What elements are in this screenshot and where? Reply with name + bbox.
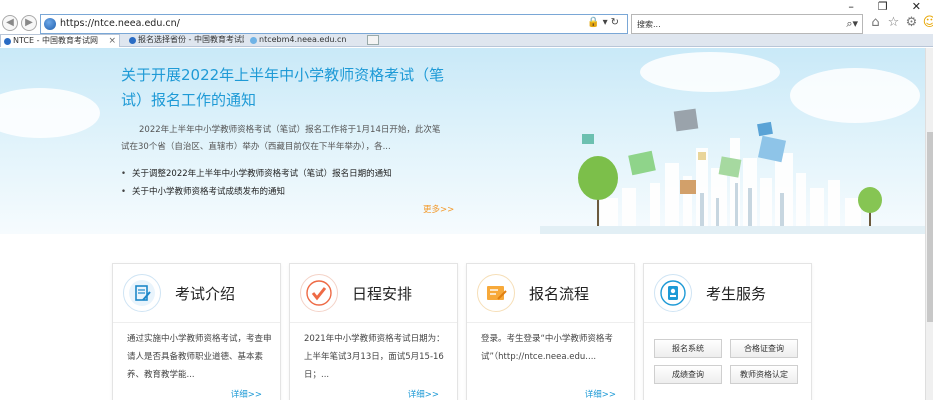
banner-link-list: 关于调整2022年上半年中小学教师资格考试（笔试）报名日期的通知 关于中小学教师… [121, 165, 392, 201]
card-divider [644, 322, 811, 323]
home-icon[interactable]: ⌂ [868, 15, 883, 30]
search-icon[interactable]: ⌕▾ [846, 17, 858, 31]
tree-decoration [858, 187, 882, 213]
card-divider [467, 322, 634, 323]
forward-button[interactable]: ▶ [21, 15, 37, 31]
cube-decoration [718, 156, 742, 178]
card-schedule: 日程安排 2021年中小学教师资格考试日期为：上半年笔试3月13日，面试5月15… [289, 263, 458, 400]
back-button[interactable]: ◀ [2, 15, 18, 31]
service-icon-wrap [654, 274, 692, 312]
card-divider [290, 322, 457, 323]
cube-decoration [673, 108, 699, 132]
favorites-star-icon[interactable]: ☆ [886, 15, 901, 30]
tab-ntce[interactable]: NTCE - 中国教育考试网 × [0, 34, 120, 47]
banner-title[interactable]: 关于开展2022年上半年中小学教师资格考试（笔试）报名工作的通知 [121, 63, 451, 113]
service-button-grid: 报名系统 合格证查询 成绩查询 教师资格认定 [654, 339, 802, 384]
certificate-query-button[interactable]: 合格证查询 [730, 339, 798, 358]
url-text[interactable]: https://ntce.neea.edu.cn/ [60, 18, 180, 29]
tab-ntcebm4[interactable]: ntcebm4.neea.edu.cn [247, 34, 365, 47]
score-query-button[interactable]: 成绩查询 [654, 365, 722, 384]
cloud-decoration [0, 88, 100, 138]
cube-decoration [698, 152, 706, 160]
schedule-icon-wrap [300, 274, 338, 312]
tab-label: NTCE - 中国教育考试网 [13, 36, 99, 45]
lock-refresh-icons[interactable]: 🔒▾↻ [587, 17, 622, 28]
settings-gear-icon[interactable]: ⚙ [904, 15, 919, 30]
close-button[interactable]: ✕ [912, 0, 921, 13]
cube-decoration [680, 180, 696, 194]
tab-label: 报名选择省份 - 中国教育考试网 [138, 35, 244, 44]
registration-icon-wrap [477, 274, 515, 312]
card-more-link[interactable]: 详细>> [585, 388, 616, 400]
address-row: ◀ ▶ https://ntce.neea.edu.cn/ 🔒▾↻ 搜索... … [0, 14, 933, 34]
tab-label: ntcebm4.neea.edu.cn [259, 35, 347, 44]
toolbar-icons: ⌂ ☆ ⚙ ☺ [868, 15, 933, 30]
banner-more-link[interactable]: 更多>> [423, 203, 454, 215]
card-body: 通过实施中小学教师资格考试，考查申请人是否具备教师职业道德、基本素养、教育教学能… [127, 334, 272, 380]
search-input[interactable]: 搜索... [637, 19, 661, 30]
news-banner: 关于开展2022年上半年中小学教师资格考试（笔试）报名工作的通知 2022年上半… [0, 48, 925, 234]
tab-favicon-icon [129, 37, 136, 44]
card-title[interactable]: 考试介绍 [175, 283, 235, 304]
restore-button[interactable]: ❐ [878, 0, 888, 13]
card-body: 2021年中小学教师资格考试日期为：上半年笔试3月13日，面试5月15-16日；… [304, 334, 445, 380]
cube-decoration [757, 135, 787, 163]
card-title[interactable]: 考生服务 [706, 283, 766, 304]
banner-link[interactable]: 关于中小学教师资格考试成绩发布的通知 [121, 183, 392, 201]
city-illustration [540, 108, 925, 234]
site-globe-icon [44, 18, 56, 30]
search-box[interactable]: 搜索... ⌕▾ [631, 14, 863, 34]
card-registration-process: 报名流程 登录。考生登录“中小学教师资格考试”（http://ntce.neea… [466, 263, 635, 400]
card-divider [113, 322, 280, 323]
scrollbar-thumb[interactable] [927, 132, 933, 322]
id-card-icon [660, 280, 686, 306]
new-tab-button[interactable] [367, 35, 379, 45]
tab-favicon-icon [250, 37, 257, 44]
card-title[interactable]: 报名流程 [529, 283, 589, 304]
tab-strip: NTCE - 中国教育考试网 × 报名选择省份 - 中国教育考试网 ntcebm… [0, 34, 933, 47]
vertical-scrollbar[interactable] [925, 48, 933, 400]
smiley-feedback-icon[interactable]: ☺ [922, 15, 933, 30]
card-exam-intro: 考试介绍 通过实施中小学教师资格考试，考查申请人是否具备教师职业道德、基本素养、… [112, 263, 281, 400]
cube-decoration [582, 134, 594, 144]
minimize-button[interactable]: – [848, 0, 854, 13]
form-edit-icon [487, 286, 507, 300]
card-more-link[interactable]: 详细>> [408, 388, 439, 400]
address-bar[interactable]: https://ntce.neea.edu.cn/ 🔒▾↻ [40, 14, 628, 34]
window-titlebar: – ❐ ✕ [0, 0, 933, 14]
cloud-decoration [640, 52, 780, 92]
registration-system-button[interactable]: 报名系统 [654, 339, 722, 358]
tab-province[interactable]: 报名选择省份 - 中国教育考试网 [126, 34, 244, 47]
window-controls: – ❐ ✕ [848, 0, 921, 13]
tab-favicon-icon [4, 38, 11, 45]
card-more-link[interactable]: 详细>> [231, 388, 262, 400]
document-pen-icon [135, 285, 151, 301]
card-candidate-service: 考生服务 报名系统 合格证查询 成绩查询 教师资格认定 [643, 263, 812, 400]
cube-decoration [628, 150, 656, 176]
card-title[interactable]: 日程安排 [352, 283, 412, 304]
cube-decoration [757, 121, 773, 137]
checkmark-icon [306, 280, 332, 306]
banner-link[interactable]: 关于调整2022年上半年中小学教师资格考试（笔试）报名日期的通知 [121, 165, 392, 183]
banner-summary: 2022年上半年中小学教师资格考试（笔试）报名工作将于1月14日开始，此次笔试在… [121, 125, 441, 152]
tab-close-icon[interactable]: × [108, 35, 116, 47]
teacher-qualification-button[interactable]: 教师资格认定 [730, 365, 798, 384]
exam-intro-icon-wrap [123, 274, 161, 312]
card-body: 登录。考生登录“中小学教师资格考试”（http://ntce.neea.edu.… [481, 334, 613, 362]
tree-decoration [578, 156, 618, 200]
